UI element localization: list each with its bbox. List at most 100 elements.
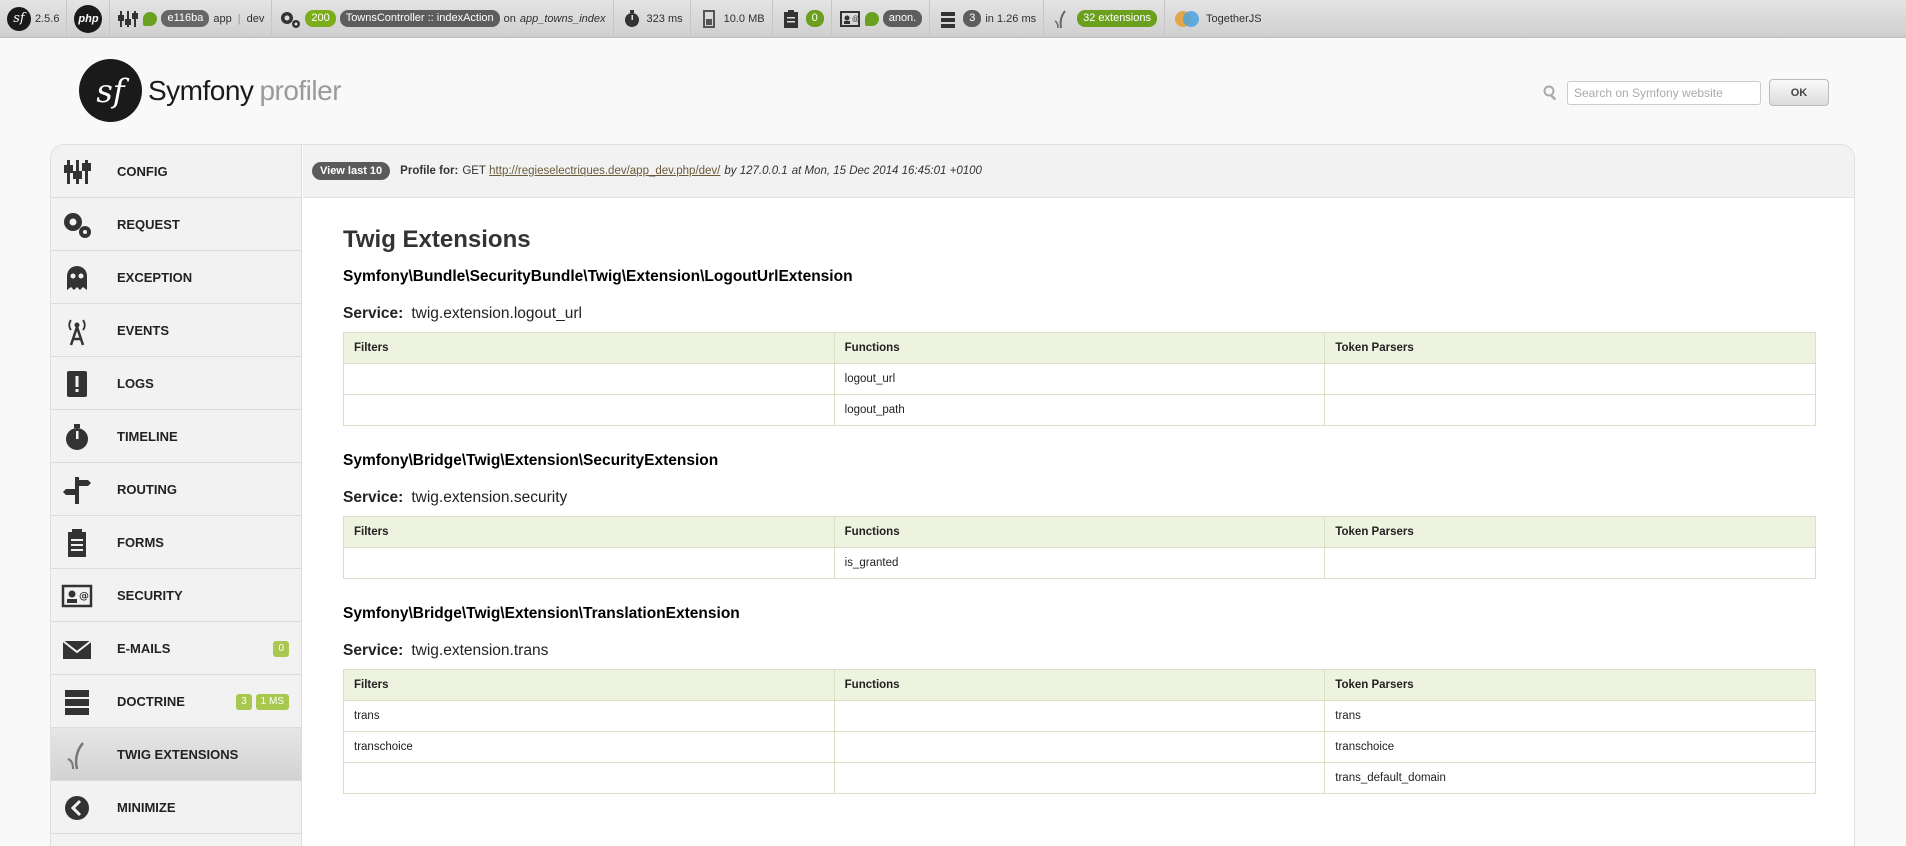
sidebar-item-config[interactable]: CONFIG <box>51 145 301 198</box>
clipboard-icon <box>68 529 86 557</box>
gears-icon <box>64 213 91 238</box>
sidebar-item-minimize[interactable]: MINIMIZE <box>51 781 301 834</box>
twig-icon <box>1054 9 1066 28</box>
sidebar-item-emails[interactable]: E-MAILS 0 <box>51 622 301 675</box>
envelope-icon <box>62 640 92 659</box>
column-header: Filters <box>343 516 835 548</box>
forms-count-badge: 0 <box>805 10 824 27</box>
profile-ip: by 127.0.0.1 <box>724 165 788 177</box>
svg-text:@: @ <box>852 16 859 23</box>
toolbar-config-block[interactable]: e116ba app | dev <box>110 0 273 38</box>
table-cell: logout_path <box>833 394 1326 426</box>
service-label: Service: <box>343 305 404 322</box>
sidebar-item-security[interactable]: @ SECURITY <box>51 569 301 622</box>
twig-extensions-panel: Twig Extensions Symfony\Bundle\SecurityB… <box>303 198 1854 794</box>
extension-table: Filters Functions Token Parsers logout_url l… <box>343 332 1816 426</box>
sidebar-item-label: MINIMIZE <box>117 799 176 815</box>
sidebar-item-label: DOCTRINE <box>117 693 185 709</box>
config-sliders-icon <box>64 160 91 184</box>
id-card-icon: @ <box>61 584 93 608</box>
table-row: logout_path <box>343 394 1816 426</box>
toolbar-togetherjs-block[interactable]: TogetherJS <box>1165 0 1269 38</box>
php-logo-icon: php <box>74 4 103 33</box>
toolbar-twig-block[interactable]: 32 extensions <box>1044 0 1165 38</box>
symfony-profiler-logo[interactable]: sf Symfony profiler <box>79 59 342 122</box>
view-last-button[interactable]: View last 10 <box>312 162 391 180</box>
table-cell: transchoice <box>1324 731 1816 763</box>
table-cell <box>343 363 835 395</box>
sidebar-item-doctrine[interactable]: DOCTRINE 3 1 MS <box>51 675 301 728</box>
app-name: app <box>213 12 232 25</box>
sidebar-item-request[interactable]: REQUEST <box>51 198 301 251</box>
stopwatch-icon <box>624 9 639 27</box>
toolbar-time-block[interactable]: 323 ms <box>614 0 691 38</box>
memory-usage: 10.0 MB <box>723 12 765 25</box>
emails-count-badge: 0 <box>273 641 289 657</box>
doctrine-badges: 3 1 MS <box>236 694 289 710</box>
symfony-logo-icon: sf <box>7 6 31 31</box>
table-cell <box>833 700 1326 732</box>
doctrine-query-count-badge: 3 <box>236 694 252 710</box>
table-row: is_granted <box>343 547 1816 579</box>
profiler-container: CONFIG REQUEST EXCEPTION EVENTS LOGS TIM… <box>50 144 1855 846</box>
column-header: Token Parsers <box>1324 332 1816 364</box>
query-count-badge: 3 <box>963 10 982 27</box>
toolbar-symfony-block[interactable]: sf 2.5.6 <box>0 0 68 38</box>
sidebar-item-events[interactable]: EVENTS <box>51 304 301 357</box>
column-header: Functions <box>833 332 1326 364</box>
sidebar-item-label: ROUTING <box>117 481 177 497</box>
service-label: Service: <box>343 489 404 506</box>
toolbar-forms-block[interactable]: 0 <box>773 0 832 38</box>
brand-word: Symfony <box>148 74 254 106</box>
table-row: logout_url <box>343 363 1816 395</box>
search-icon <box>1543 85 1557 101</box>
sidebar-item-routing[interactable]: ROUTING <box>51 463 301 516</box>
toolbar-memory-block[interactable]: 10.0 MB <box>691 0 773 38</box>
token-badge: e116ba <box>161 10 210 27</box>
column-header: Filters <box>343 332 835 364</box>
sidebar-item-label: REQUEST <box>117 216 180 232</box>
column-header: Filters <box>343 669 835 701</box>
table-cell: trans <box>343 700 835 732</box>
user-badge: anon. <box>882 10 923 27</box>
table-cell: trans_default_domain <box>1324 762 1816 794</box>
table-cell <box>343 394 835 426</box>
sidebar-item-twig-extensions[interactable]: TWIG EXTENSIONS <box>51 728 301 781</box>
twig-extensions-badge: 32 extensions <box>1077 10 1157 27</box>
column-header: Functions <box>833 669 1326 701</box>
extension-class-name: Symfony\Bridge\Twig\Extension\SecurityEx… <box>343 452 719 469</box>
extension-class-name: Symfony\Bridge\Twig\Extension\Translatio… <box>343 605 740 622</box>
sidebar-item-label: EVENTS <box>117 322 170 338</box>
profile-date: at Mon, 15 Dec 2014 16:45:01 +0100 <box>791 165 982 177</box>
memory-icon <box>702 9 715 28</box>
search-ok-button[interactable]: OK <box>1769 79 1829 106</box>
toolbar-request-block[interactable]: 200 TownsController :: indexAction on ap… <box>272 0 614 38</box>
toolbar-doctrine-block[interactable]: 3 in 1.26 ms <box>930 0 1045 38</box>
sidebar-menu: CONFIG REQUEST EXCEPTION EVENTS LOGS TIM… <box>51 145 302 846</box>
profiled-url-link[interactable]: http://regieselectriques.dev/app_dev.php… <box>489 165 720 177</box>
table-cell <box>1324 547 1816 579</box>
sidebar-item-label: LOGS <box>117 375 154 391</box>
extension-class-name: Symfony\Bundle\SecurityBundle\Twig\Exten… <box>343 268 853 285</box>
toolbar-security-block[interactable]: @ anon. <box>832 0 931 38</box>
log-alert-icon <box>67 371 87 397</box>
profile-for-label: Profile for: <box>400 165 459 177</box>
table-header-row: Filters Functions Token Parsers <box>343 332 1816 364</box>
search-input[interactable] <box>1567 80 1761 105</box>
emails-badges: 0 <box>273 641 289 657</box>
table-row: trans trans <box>343 700 1816 732</box>
table-cell <box>833 731 1326 763</box>
clipboard-icon <box>783 9 798 28</box>
service-id: twig.extension.trans <box>411 642 549 659</box>
sidebar-item-label: E-MAILS <box>117 640 171 656</box>
query-time: in 1.26 ms <box>985 12 1037 25</box>
toolbar-php-block[interactable]: php <box>67 0 111 38</box>
debug-toolbar: sf 2.5.6 php e116ba app | dev 200 TownsC… <box>0 0 1906 38</box>
sidebar-item-forms[interactable]: FORMS <box>51 516 301 569</box>
sidebar-item-exception[interactable]: EXCEPTION <box>51 251 301 304</box>
sidebar-item-timeline[interactable]: TIMELINE <box>51 410 301 463</box>
service-id: twig.extension.logout_url <box>411 305 582 322</box>
sidebar-item-label: EXCEPTION <box>117 269 193 285</box>
stopwatch-icon <box>66 424 88 450</box>
sidebar-item-logs[interactable]: LOGS <box>51 357 301 410</box>
